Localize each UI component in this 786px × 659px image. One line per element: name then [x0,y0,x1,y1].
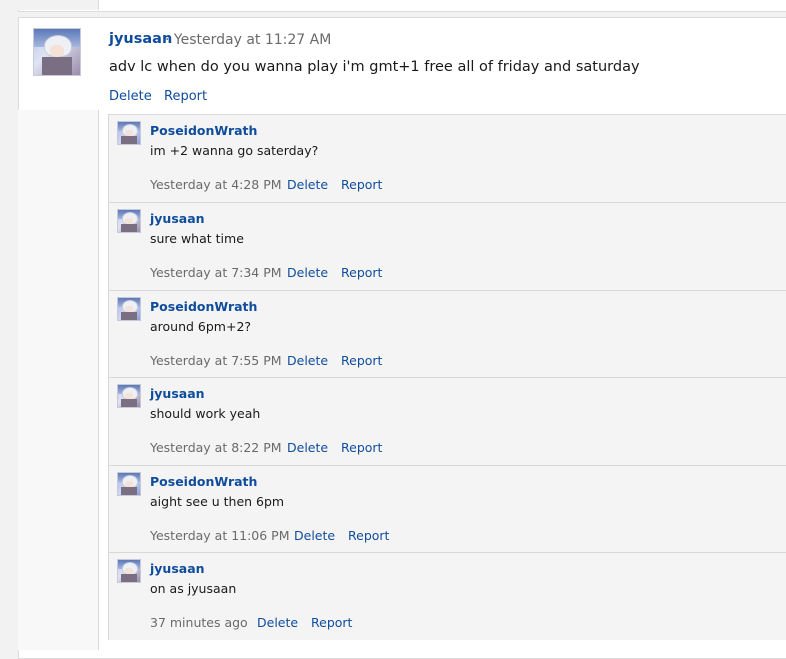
reply-author-link[interactable]: PoseidonWrath [150,474,257,489]
avatar[interactable] [117,559,141,583]
reply-timestamp[interactable]: Yesterday at 7:55 PM [150,353,282,368]
reply-item: PoseidonWrath im +2 wanna go saterday? Y… [108,114,786,202]
reply-body: im +2 wanna go saterday? [150,143,319,158]
previous-post-gutter [18,0,99,10]
reply-delete-link[interactable]: Delete [287,177,328,192]
reply-item: PoseidonWrath around 6pm+2? Yesterday at… [108,290,786,378]
reply-author-link[interactable]: jyusaan [150,561,205,576]
reply-timestamp[interactable]: Yesterday at 8:22 PM [150,440,282,455]
avatar[interactable] [117,384,141,408]
previous-post-card [18,0,786,12]
avatar[interactable] [117,297,141,321]
reply-report-link[interactable]: Report [341,177,382,192]
reply-delete-link[interactable]: Delete [257,615,298,630]
post-author-link[interactable]: jyusaan [109,31,172,47]
reply-timestamp[interactable]: Yesterday at 7:34 PM [150,265,282,280]
post-delete-link[interactable]: Delete [109,89,152,104]
reply-body: sure what time [150,231,244,246]
reply-author-link[interactable]: jyusaan [150,386,205,401]
avatar[interactable] [117,121,141,145]
avatar[interactable] [33,28,81,76]
reply-delete-link[interactable]: Delete [287,353,328,368]
reply-timestamp[interactable]: Yesterday at 11:06 PM [150,528,290,543]
reply-item: PoseidonWrath aight see u then 6pm Yeste… [108,465,786,553]
reply-timestamp[interactable]: Yesterday at 4:28 PM [150,177,282,192]
reply-timestamp[interactable]: 37 minutes ago [150,615,248,630]
reply-report-link[interactable]: Report [311,615,352,630]
avatar[interactable] [117,472,141,496]
reply-body: aight see u then 6pm [150,494,285,509]
reply-item: jyusaan on as jyusaan 37 minutes ago Del… [108,552,786,640]
reply-report-link[interactable]: Report [341,265,382,280]
avatar[interactable] [117,209,141,233]
reply-report-link[interactable]: Report [341,353,382,368]
reply-item: jyusaan sure what time Yesterday at 7:34… [108,202,786,290]
reply-author-link[interactable]: PoseidonWrath [150,123,257,138]
reply-report-link[interactable]: Report [348,528,389,543]
reply-item: jyusaan should work yeah Yesterday at 8:… [108,377,786,465]
reply-author-link[interactable]: PoseidonWrath [150,299,257,314]
reply-report-link[interactable]: Report [341,440,382,455]
reply-author-link[interactable]: jyusaan [150,211,205,226]
reply-body: around 6pm+2? [150,319,252,334]
comment-gutter [18,110,99,650]
reply-body: on as jyusaan [150,581,237,596]
reply-delete-link[interactable]: Delete [287,265,328,280]
post-report-link[interactable]: Report [164,89,207,104]
post-timestamp[interactable]: · Yesterday at 11:27 AM [165,32,331,48]
reply-body: should work yeah [150,406,261,421]
reply-delete-link[interactable]: Delete [294,528,335,543]
reply-delete-link[interactable]: Delete [287,440,328,455]
post-body: adv lc when do you wanna play i'm gmt+1 … [109,59,640,75]
